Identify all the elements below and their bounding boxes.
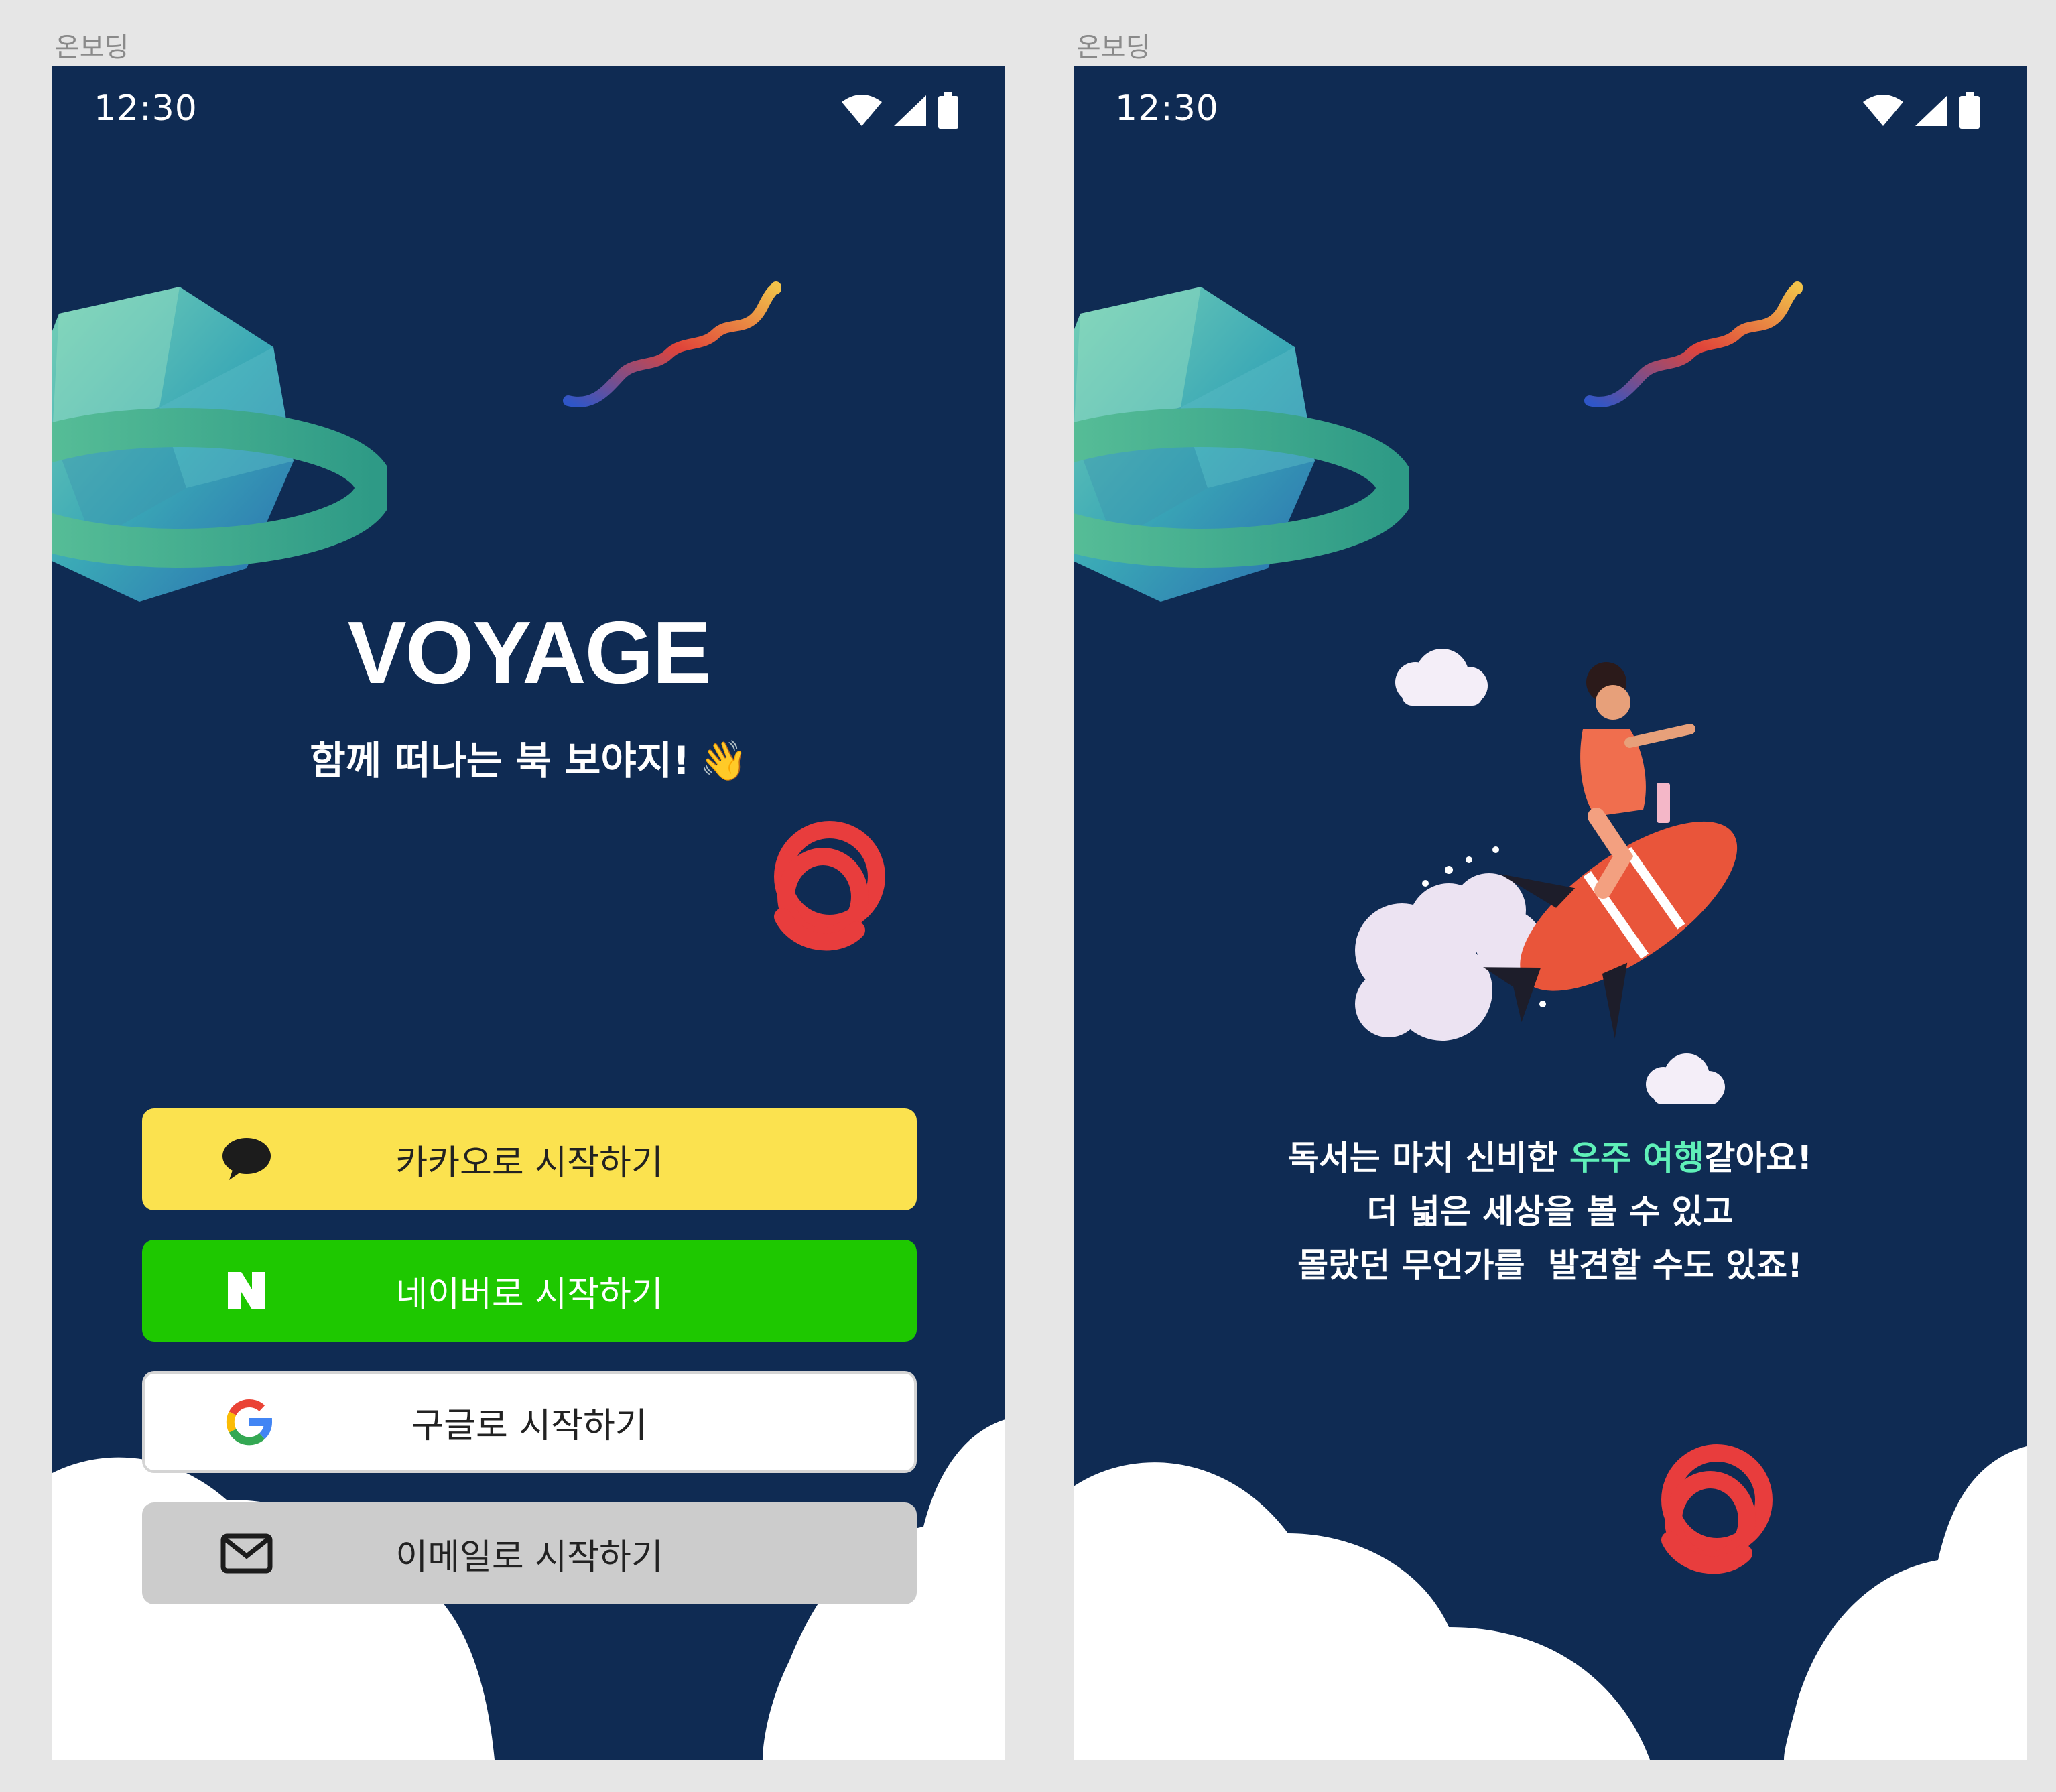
battery-icon bbox=[1959, 92, 1980, 131]
rocket-reader-illustration bbox=[1355, 649, 1738, 1104]
kakao-chat-icon bbox=[220, 1133, 273, 1186]
status-bar: 12:30 bbox=[52, 66, 1005, 153]
signal-icon bbox=[894, 95, 926, 129]
squiggle-decoration bbox=[1584, 281, 1803, 407]
email-login-label: 이메일로 시작하기 bbox=[395, 1537, 663, 1578]
kakao-login-button[interactable]: 카카오로 시작하기 bbox=[142, 1108, 917, 1210]
status-time: 12:30 bbox=[94, 88, 198, 129]
login-screen: 12:30 VOYAGE 함께 떠나는 북 보야지! 👋 카카오로 시작하기 네… bbox=[52, 66, 1005, 1760]
status-icons bbox=[842, 92, 958, 131]
squiggle-decoration bbox=[563, 281, 781, 407]
frame-label-intro: 온보딩 bbox=[1076, 32, 1151, 63]
intro-line-1: 독서는 마치 신비한 우주 여행같아요! bbox=[1074, 1131, 2027, 1185]
naver-login-button[interactable]: 네이버로 시작하기 bbox=[142, 1240, 917, 1342]
kakao-login-label: 카카오로 시작하기 bbox=[395, 1143, 663, 1183]
spring-decoration bbox=[774, 821, 885, 951]
email-login-button[interactable]: 이메일로 시작하기 bbox=[142, 1502, 917, 1604]
planet-illustration bbox=[1074, 287, 1409, 602]
signal-icon bbox=[1915, 95, 1947, 129]
app-subtitle-text: 함께 떠나는 북 보야지! bbox=[310, 738, 690, 783]
google-logo-icon bbox=[222, 1395, 276, 1449]
intro-line-1-start: 독서는 마치 신비한 bbox=[1287, 1139, 1569, 1177]
wifi-icon bbox=[842, 94, 882, 129]
google-login-label: 구글로 시작하기 bbox=[411, 1405, 647, 1446]
intro-line-2: 더 넓은 세상을 볼 수 있고 bbox=[1366, 1192, 1734, 1231]
intro-line-3: 몰랐던 무언가를 발견할 수도 있죠! bbox=[1297, 1246, 1803, 1285]
waving-hand-icon: 👋 bbox=[699, 738, 748, 783]
intro-screen: 12:30 독서는 마치 신비한 우주 여행같아요! 더 넓은 세상을 볼 수 … bbox=[1074, 66, 2027, 1760]
planet-illustration bbox=[52, 287, 387, 602]
wifi-icon bbox=[1863, 94, 1903, 129]
cloud-background bbox=[1074, 1446, 2027, 1760]
status-time: 12:30 bbox=[1115, 88, 1219, 129]
google-login-button[interactable]: 구글로 시작하기 bbox=[142, 1371, 917, 1473]
naver-login-label: 네이버로 시작하기 bbox=[395, 1274, 663, 1315]
app-title: VOYAGE bbox=[347, 603, 712, 702]
intro-message: 독서는 마치 신비한 우주 여행같아요! 더 넓은 세상을 볼 수 있고 몰랐던… bbox=[1074, 1131, 2027, 1292]
battery-icon bbox=[938, 92, 958, 131]
intro-highlight-text: 우주 여행 bbox=[1569, 1139, 1705, 1177]
status-bar: 12:30 bbox=[1074, 66, 2027, 153]
status-icons bbox=[1863, 92, 1980, 131]
intro-line-1-end: 같아요! bbox=[1704, 1139, 1813, 1177]
mail-icon bbox=[220, 1527, 273, 1580]
naver-logo-icon bbox=[220, 1264, 273, 1318]
frame-label-login: 온보딩 bbox=[55, 32, 129, 63]
app-subtitle: 함께 떠나는 북 보야지! 👋 bbox=[52, 729, 1005, 785]
